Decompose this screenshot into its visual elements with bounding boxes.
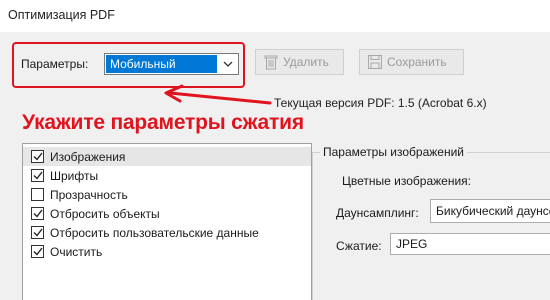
window-title: Оптимизация PDF: [8, 8, 115, 22]
list-item-label: Шрифты: [50, 168, 99, 183]
params-label: Параметры:: [21, 57, 89, 71]
annotation-hint-text: Укажите параметры сжатия: [22, 111, 304, 134]
list-item-label: Изображения: [50, 149, 126, 164]
checkbox-checked-icon[interactable]: [31, 226, 44, 239]
checkbox-checked-icon[interactable]: [31, 245, 44, 258]
title-bar: Оптимизация PDF: [0, 0, 550, 32]
image-settings-title: Параметры изображений: [320, 145, 467, 159]
save-button[interactable]: Сохранить: [359, 49, 464, 75]
list-item-label: Отбросить пользовательские данные: [50, 225, 259, 240]
delete-button-label: Удалить: [283, 55, 329, 69]
downsampling-label: Даунсамплинг:: [336, 206, 419, 220]
compression-label: Сжатие:: [336, 239, 382, 253]
list-item-fonts[interactable]: Шрифты: [23, 166, 311, 185]
list-item-label: Отбросить объекты: [50, 206, 160, 221]
list-item-label: Прозрачность: [50, 187, 128, 202]
save-button-label: Сохранить: [387, 55, 447, 69]
annotation-arrow-icon: [164, 84, 272, 105]
list-item-discard-objects[interactable]: Отбросить объекты: [23, 204, 311, 223]
compression-dropdown[interactable]: JPEG: [390, 233, 550, 255]
color-images-label: Цветные изображения:: [342, 174, 471, 188]
chevron-down-icon[interactable]: [217, 54, 238, 74]
params-dropdown-value: Мобильный: [106, 55, 217, 73]
pdf-version-text: Текущая версия PDF: 1.5 (Acrobat 6.x): [274, 96, 487, 110]
list-item-label: Очистить: [50, 244, 103, 259]
trash-icon: [264, 55, 278, 70]
checkbox-checked-icon[interactable]: [31, 207, 44, 220]
floppy-disk-icon: [368, 55, 382, 69]
checkbox-unchecked-icon[interactable]: [31, 188, 44, 201]
params-dropdown[interactable]: Мобильный: [104, 53, 239, 75]
optimization-categories-list: Изображения Шрифты Прозрачность Отбросит…: [22, 143, 312, 300]
list-item-transparency[interactable]: Прозрачность: [23, 185, 311, 204]
checkbox-checked-icon[interactable]: [31, 150, 44, 163]
list-item-discard-user-data[interactable]: Отбросить пользовательские данные: [23, 223, 311, 242]
list-item-clean-up[interactable]: Очистить: [23, 242, 311, 261]
list-item-images[interactable]: Изображения: [23, 147, 311, 166]
checkbox-checked-icon[interactable]: [31, 169, 44, 182]
delete-button[interactable]: Удалить: [255, 49, 344, 75]
downsampling-dropdown[interactable]: Бикубический даунсемплинг: [430, 199, 550, 223]
